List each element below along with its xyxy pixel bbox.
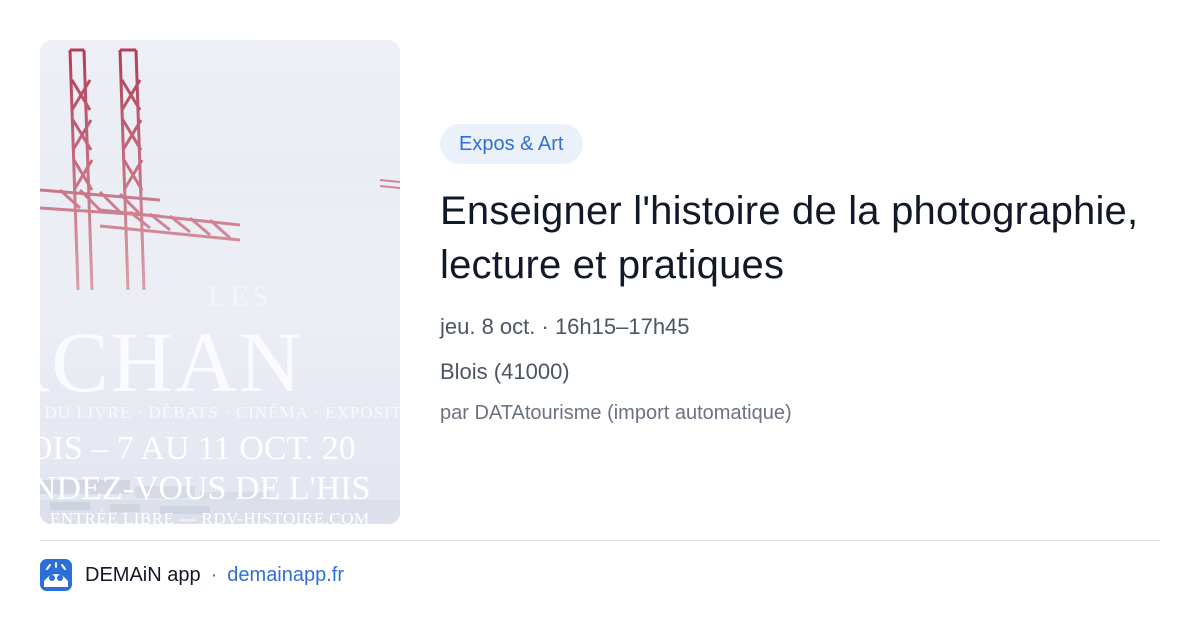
poster-url-text: ENTRÉE LIBRE — RDV-HISTOIRE.COM: [50, 509, 370, 524]
event-title: Enseigner l'histoire de la photographie,…: [440, 189, 1139, 287]
poster-les-text: LES: [208, 280, 274, 313]
app-name: DEMAiN app: [85, 563, 201, 586]
poster-subtitle-text: N DU LIVRE · DÉBATS · CINÉMA · EXPOSIT: [40, 403, 400, 422]
category-badge[interactable]: Expos & Art: [440, 124, 583, 164]
app-website-link[interactable]: demainapp.fr: [227, 564, 344, 587]
event-poster-image: LES RCHAN N DU LIVRE · DÉBATS · CINÉMA ·…: [40, 40, 400, 524]
event-source: par DATAtourisme (import automatique): [440, 402, 792, 424]
footer-divider: [40, 540, 1160, 541]
event-location: Blois (41000): [440, 359, 570, 384]
footer: DEMAiN app · demainapp.fr: [40, 558, 344, 592]
poster-date-text: OIS – 7 AU 11 OCT. 20: [40, 430, 356, 467]
event-datetime: jeu. 8 oct. · 16h15–17h45: [440, 314, 690, 339]
demain-app-icon[interactable]: [40, 559, 72, 591]
poster-rdv-text: NDEZ-VOUS DE L'HIS: [40, 470, 371, 507]
footer-separator: ·: [210, 563, 218, 586]
poster-title-text: RCHAN: [40, 314, 304, 410]
